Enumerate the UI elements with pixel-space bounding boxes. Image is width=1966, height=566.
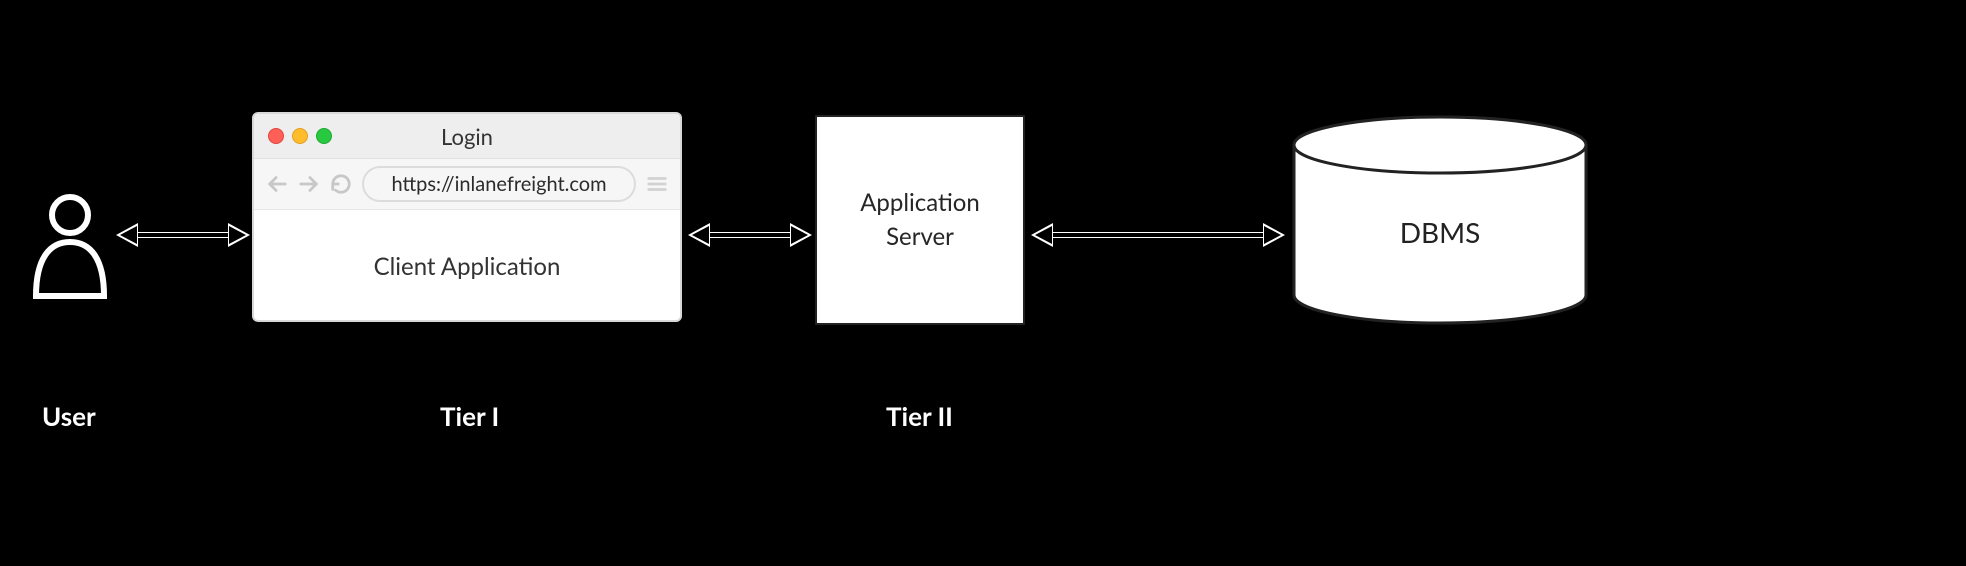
hamburger-icon — [646, 173, 668, 195]
app-server-box: Application Server — [815, 115, 1025, 325]
arrow-tier1-tier2 — [690, 226, 810, 244]
dbms-label: DBMS — [1290, 215, 1590, 249]
nav-forward-icon — [298, 173, 320, 195]
user-icon — [30, 190, 110, 300]
label-tier2: Tier II — [886, 400, 953, 432]
browser-titlebar: Login — [254, 114, 680, 159]
url-field: https://inlanefreight.com — [362, 166, 636, 202]
browser-addressbar: https://inlanefreight.com — [254, 159, 680, 210]
label-tier1: Tier I — [440, 400, 499, 432]
browser-body-text: Client Application — [254, 210, 680, 322]
label-user: User — [42, 400, 96, 432]
nav-back-icon — [266, 173, 288, 195]
nav-reload-icon — [330, 173, 352, 195]
browser-window: Login https://inlanefreight.com Client A… — [252, 112, 682, 322]
arrow-tier2-db — [1033, 226, 1283, 244]
arrow-user-tier1 — [118, 226, 248, 244]
app-server-line1: Application — [860, 186, 980, 220]
app-server-line2: Server — [886, 220, 954, 254]
browser-title: Login — [254, 123, 680, 150]
dbms-cylinder: DBMS — [1290, 115, 1590, 325]
